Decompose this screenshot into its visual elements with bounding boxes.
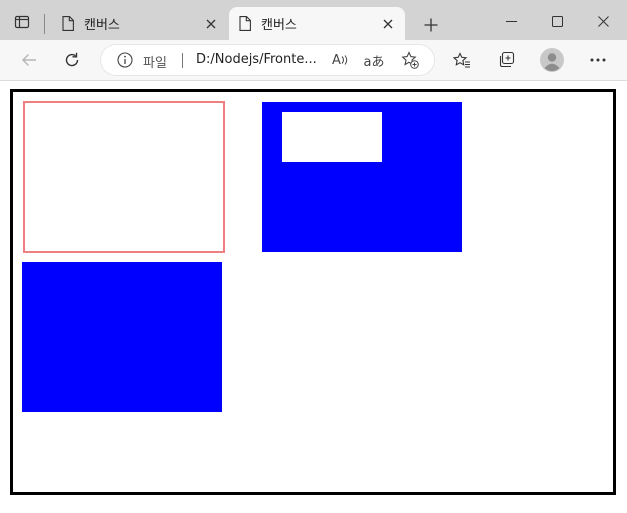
filled-rect	[22, 262, 222, 412]
tab-canvas-active[interactable]: 캔버스	[229, 7, 405, 40]
stroked-rect	[23, 101, 225, 253]
tab-title: 캔버스	[261, 18, 297, 33]
info-icon[interactable]	[117, 52, 133, 68]
minimize-icon[interactable]	[488, 6, 534, 36]
url-text[interactable]: D:/Nodejs/Fronte...	[196, 52, 322, 67]
favorite-add-icon[interactable]	[399, 50, 421, 70]
page-icon	[62, 16, 74, 31]
close-icon[interactable]	[377, 13, 399, 35]
avatar-icon[interactable]	[538, 46, 566, 74]
cleared-rect	[282, 112, 382, 162]
plus-icon[interactable]	[418, 12, 444, 38]
translate-glyph: aあ	[363, 54, 385, 70]
favorites-icon[interactable]	[448, 46, 476, 74]
scheme-label: 파일	[143, 56, 167, 71]
refresh-icon[interactable]	[58, 46, 86, 74]
read-aloud-icon[interactable]: A	[329, 50, 351, 70]
page-icon	[239, 16, 251, 31]
window-close-icon[interactable]	[580, 6, 626, 36]
tab-title: 캔버스	[84, 18, 120, 33]
close-icon[interactable]	[200, 13, 222, 35]
collections-icon[interactable]	[493, 46, 521, 74]
tab-canvas-inactive[interactable]: 캔버스	[52, 7, 228, 40]
tab-separator	[44, 14, 45, 34]
canvas[interactable]	[10, 89, 616, 495]
page-content	[0, 81, 627, 513]
maximize-icon[interactable]	[534, 6, 580, 36]
address-divider	[182, 53, 183, 68]
read-aloud-glyph: A	[332, 52, 341, 68]
browser-toolbar: 파일 D:/Nodejs/Fronte... A aあ	[0, 40, 627, 81]
more-icon[interactable]	[584, 46, 612, 74]
tab-actions-icon[interactable]	[8, 8, 36, 36]
back-arrow-icon[interactable]	[15, 46, 43, 74]
address-bar[interactable]: 파일 D:/Nodejs/Fronte... A aあ	[101, 45, 434, 75]
tab-strip: 캔버스 캔버스	[0, 0, 627, 40]
translate-icon[interactable]: aあ	[363, 50, 385, 70]
